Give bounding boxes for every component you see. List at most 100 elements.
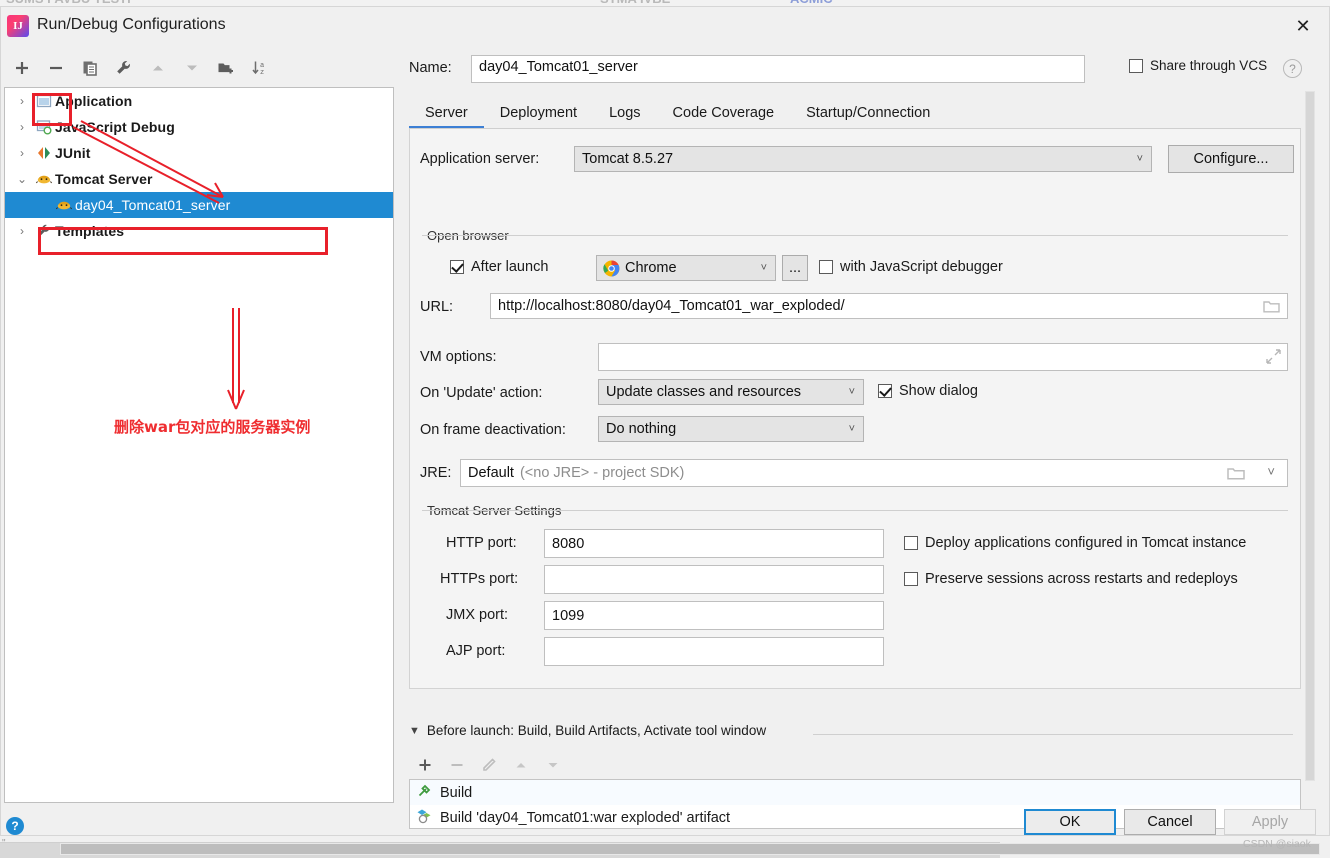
remove-configuration-button[interactable] (39, 53, 73, 83)
chevron-right-icon[interactable]: › (11, 120, 33, 134)
jre-input[interactable]: Default (<no JRE> - project SDK) ˅ (460, 459, 1288, 487)
tree-item-day04-tomcat01-server[interactable]: day04_Tomcat01_server (5, 192, 393, 218)
tree-item-javascript-debug[interactable]: › JavaScript Debug (5, 114, 393, 140)
junit-icon (33, 145, 55, 161)
tree-item-label: day04_Tomcat01_server (75, 197, 231, 213)
deploy-applications-checkbox[interactable]: Deploy applications configured in Tomcat… (904, 535, 1246, 551)
wrench-icon (33, 223, 55, 239)
tree-item-tomcat-server[interactable]: ⌄ Tomcat Server (5, 166, 393, 192)
browser-dropdown[interactable]: Chrome ˅ (596, 255, 776, 281)
move-up-button[interactable] (141, 53, 175, 83)
show-dialog-label: Show dialog (899, 383, 978, 399)
jmx-port-field[interactable]: 1099 (544, 601, 884, 630)
chevron-right-icon[interactable]: › (11, 224, 33, 238)
help-icon[interactable]: ? (1283, 59, 1302, 78)
group-divider (422, 235, 1288, 236)
tab-code-coverage[interactable]: Code Coverage (657, 103, 791, 129)
before-launch-toolbar (409, 751, 1301, 779)
tab-startup-connection[interactable]: Startup/Connection (790, 103, 946, 129)
https-port-field[interactable] (544, 565, 884, 594)
ajp-port-field[interactable] (544, 637, 884, 666)
new-folder-add-icon[interactable] (209, 53, 243, 83)
deploy-applications-label: Deploy applications configured in Tomcat… (925, 535, 1247, 551)
background-horizontal-scrollbar-thumb[interactable] (60, 843, 1320, 855)
chevron-down-icon[interactable]: ˅ (1267, 464, 1275, 479)
tab-deployment[interactable]: Deployment (484, 103, 593, 129)
tree-item-junit[interactable]: › JUnit (5, 140, 393, 166)
before-launch-move-up-button[interactable] (505, 752, 537, 778)
checkbox-box[interactable] (450, 260, 464, 274)
chrome-icon (603, 260, 620, 281)
sort-az-icon[interactable]: a z (243, 53, 277, 83)
show-dialog-checkbox[interactable]: Show dialog (878, 383, 978, 399)
jre-value: Default (468, 465, 514, 481)
help-icon[interactable]: ? (6, 817, 24, 835)
tab-server[interactable]: Server (409, 103, 484, 129)
background-ghost-text: " (2, 838, 6, 849)
configurations-tree[interactable]: › Application › JavaScript Debug › JUnit (4, 87, 394, 803)
share-through-vcs-checkbox[interactable]: Share through VCS (1129, 58, 1267, 73)
content-scrollbar-thumb[interactable] (1305, 91, 1315, 781)
move-down-button[interactable] (175, 53, 209, 83)
on-update-action-value: Update classes and resources (606, 384, 802, 400)
chevron-right-icon[interactable]: › (11, 146, 33, 160)
tree-item-application[interactable]: › Application (5, 88, 393, 114)
edit-templates-wrench-icon[interactable] (107, 53, 141, 83)
application-server-value: Tomcat 8.5.27 (582, 151, 674, 167)
browser-value: Chrome (625, 260, 677, 276)
chevron-down-icon[interactable]: ⌄ (11, 172, 33, 186)
close-icon[interactable]: ✕ (1287, 13, 1319, 39)
intellij-idea-icon: IJ (7, 15, 29, 37)
name-input[interactable]: day04_Tomcat01_server (471, 55, 1085, 83)
http-port-field[interactable]: 8080 (544, 529, 884, 558)
folder-icon[interactable] (1263, 299, 1280, 318)
vm-options-label: VM options: (420, 349, 497, 365)
tab-logs[interactable]: Logs (593, 103, 656, 129)
checkbox-box[interactable] (904, 536, 918, 550)
before-launch-move-down-button[interactable] (537, 752, 569, 778)
add-configuration-button[interactable] (5, 53, 39, 83)
collapse-triangle-icon[interactable]: ▼ (409, 725, 420, 737)
https-port-label: HTTPs port: (440, 571, 519, 587)
checkbox-box[interactable] (819, 260, 833, 274)
build-hammer-icon (416, 783, 432, 803)
tree-item-label: Tomcat Server (55, 171, 153, 187)
http-port-label: HTTP port: (446, 535, 517, 551)
ajp-port-label: AJP port: (446, 643, 506, 659)
url-label: URL: (420, 299, 454, 315)
cancel-button[interactable]: Cancel (1124, 809, 1216, 835)
tree-item-templates[interactable]: › Templates (5, 218, 393, 244)
dialog-titlebar: IJ Run/Debug Configurations ✕ (1, 7, 1329, 45)
name-row: Name: day04_Tomcat01_server Share throug… (401, 55, 1302, 83)
configure-button[interactable]: Configure... (1168, 145, 1294, 173)
browser-ellipsis-button[interactable]: ... (782, 255, 808, 281)
before-launch-edit-pencil-icon[interactable] (473, 752, 505, 778)
on-frame-deactivation-dropdown[interactable]: Do nothing ˅ (598, 416, 864, 442)
checkbox-box[interactable] (878, 384, 892, 398)
javascript-debugger-checkbox[interactable]: with JavaScript debugger (819, 259, 1003, 275)
checkbox-box[interactable] (904, 572, 918, 586)
url-input[interactable]: http://localhost:8080/day04_Tomcat01_war… (490, 293, 1288, 319)
copy-configuration-button[interactable] (73, 53, 107, 83)
preserve-sessions-checkbox[interactable]: Preserve sessions across restarts and re… (904, 571, 1238, 587)
chevron-down-icon: ˅ (848, 386, 855, 398)
before-launch-add-button[interactable] (409, 752, 441, 778)
folder-icon[interactable] (1227, 466, 1245, 485)
server-tab-panel: Application server: Tomcat 8.5.27 ˅ Conf… (409, 129, 1301, 689)
on-update-action-dropdown[interactable]: Update classes and resources ˅ (598, 379, 864, 405)
ok-button[interactable]: OK (1024, 809, 1116, 835)
name-label: Name: (409, 60, 452, 76)
after-launch-checkbox[interactable]: After launch (450, 259, 548, 275)
before-launch-title: Before launch: Build, Build Artifacts, A… (426, 723, 767, 738)
expand-icon[interactable] (1266, 349, 1281, 368)
apply-button: Apply (1224, 809, 1316, 835)
before-launch-header[interactable]: ▼ Before launch: Build, Build Artifacts,… (409, 723, 766, 738)
chevron-right-icon[interactable]: › (11, 94, 33, 108)
csdn-watermark: CSDN @siaok (1243, 838, 1311, 850)
before-launch-remove-button[interactable] (441, 752, 473, 778)
application-server-dropdown[interactable]: Tomcat 8.5.27 ˅ (574, 146, 1152, 172)
before-launch-item-build[interactable]: Build (410, 780, 1300, 805)
preserve-sessions-label: Preserve sessions across restarts and re… (925, 571, 1238, 587)
checkbox-box[interactable] (1129, 58, 1143, 73)
vm-options-input[interactable] (598, 343, 1288, 371)
